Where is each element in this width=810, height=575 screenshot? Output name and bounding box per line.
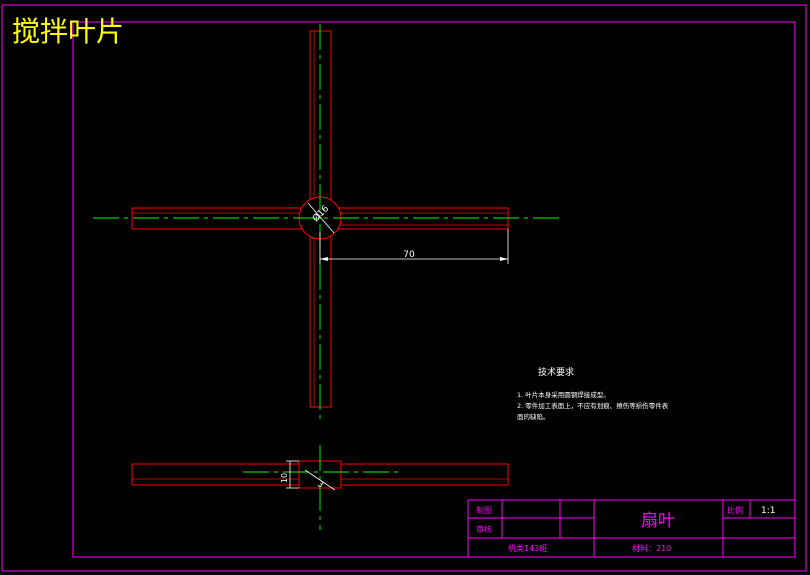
tb-material-label: 材料：210: [632, 543, 671, 553]
front-dim-10-label: 10: [280, 473, 289, 483]
dim-arrow-left: [320, 257, 328, 261]
dim-arrow-right: [500, 257, 508, 261]
cad-drawing-canvas: 搅拌叶片 Ø16 70 10 3 技术要求 1. 叶片本身采用圆钢焊接成型。 2…: [1, 4, 807, 572]
drawing-title: 搅拌叶片: [12, 15, 124, 48]
tb-drawn-label: 制图: [476, 505, 492, 515]
dim-length-label: 70: [403, 250, 415, 260]
front-view: 10 3: [131, 445, 509, 530]
tb-part-name: 扇叶: [641, 511, 675, 531]
notes-heading: 技术要求: [538, 366, 574, 378]
tb-class-label: 机类143班: [508, 543, 547, 553]
tech-notes: 技术要求 1. 叶片本身采用圆钢焊接成型。 2. 零件加工表面上，不应有划痕、擦…: [517, 366, 669, 421]
notes-line-2: 2. 零件加工表面上，不应有划痕、擦伤等损伤零件表: [517, 401, 669, 410]
tb-scale-label: 比例: [727, 505, 743, 515]
inner-frame: [72, 21, 796, 558]
notes-line-3: 面的缺陷。: [517, 412, 550, 421]
tb-checked-label: 审核: [476, 524, 492, 534]
tb-scale-value: 1:1: [761, 506, 775, 516]
notes-line-1: 1. 叶片本身采用圆钢焊接成型。: [517, 390, 610, 399]
outer-border: [1, 4, 807, 572]
top-view: Ø16 70: [93, 24, 562, 420]
